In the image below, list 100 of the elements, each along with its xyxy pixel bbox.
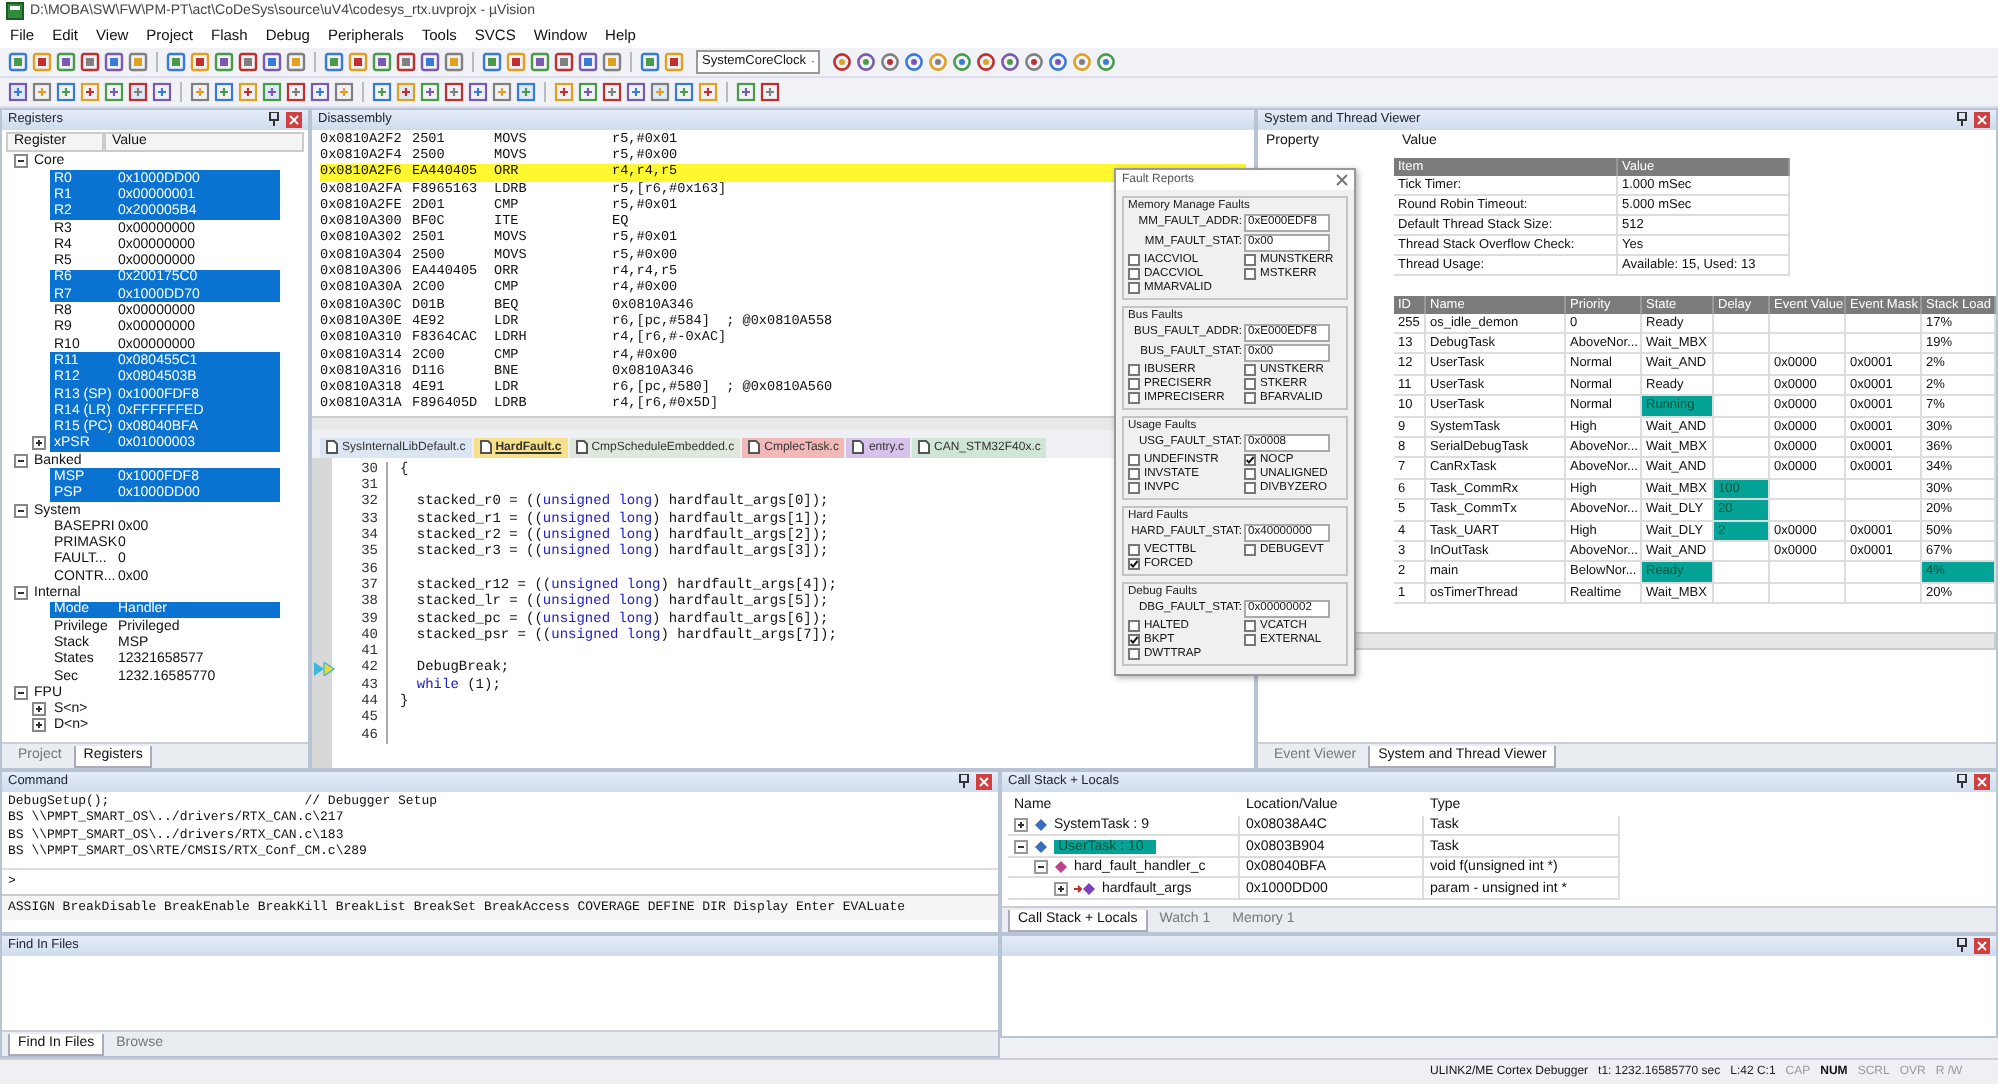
toolbar-icon[interactable] <box>444 51 464 72</box>
toolbar-icon[interactable] <box>286 51 306 72</box>
toolbar-icon[interactable] <box>1096 51 1116 72</box>
toolbar-icon[interactable] <box>238 81 258 102</box>
toolbar-icon[interactable] <box>348 51 368 72</box>
toolbar-icon[interactable] <box>310 81 330 102</box>
toolbar-icon[interactable] <box>56 81 76 102</box>
toolbar-icon[interactable] <box>8 81 28 102</box>
toolbar-icon[interactable] <box>482 51 502 72</box>
toolbar-icon[interactable] <box>1000 51 1020 72</box>
toolbar-icon[interactable] <box>396 81 416 102</box>
toolbar-icon[interactable] <box>190 51 210 72</box>
toolbar-icon[interactable] <box>80 51 100 72</box>
checkbox[interactable] <box>1244 253 1256 266</box>
checkbox[interactable] <box>1244 391 1256 404</box>
toolbar-icon[interactable] <box>516 81 536 102</box>
toolbar-icon[interactable] <box>372 81 392 102</box>
toolbar-icon[interactable] <box>904 51 924 72</box>
toolbar-icon[interactable] <box>856 51 876 72</box>
toolbar-icon[interactable] <box>128 51 148 72</box>
toolbar-icon[interactable] <box>334 81 354 102</box>
toolbar-icon[interactable] <box>530 51 550 72</box>
toolbar-icon[interactable] <box>674 81 694 102</box>
toolbar-icon[interactable] <box>262 51 282 72</box>
toolbar-icon[interactable] <box>468 81 488 102</box>
checkbox[interactable] <box>1128 557 1140 570</box>
expand-icon[interactable] <box>32 718 46 733</box>
toolbar-icon[interactable] <box>152 81 172 102</box>
checkbox[interactable] <box>1128 267 1140 280</box>
toolbar-icon[interactable] <box>976 51 996 72</box>
toolbar-icon[interactable] <box>928 51 948 72</box>
checkbox[interactable] <box>1244 619 1256 632</box>
toolbar-icon[interactable] <box>420 81 440 102</box>
toolbar-icon[interactable] <box>1048 51 1068 72</box>
toolbar-icon[interactable] <box>372 51 392 72</box>
pin-icon[interactable] <box>1956 112 1968 127</box>
checkbox[interactable] <box>1244 453 1256 466</box>
toolbar-icon[interactable] <box>190 81 210 102</box>
checkbox[interactable] <box>1128 363 1140 376</box>
toolbar-icon[interactable] <box>880 51 900 72</box>
expand-icon[interactable] <box>32 702 46 717</box>
checkbox[interactable] <box>1128 281 1140 294</box>
checkbox[interactable] <box>1244 377 1256 390</box>
collapse-icon[interactable] <box>1014 839 1028 854</box>
pin-icon[interactable] <box>1956 938 1968 953</box>
pin-icon[interactable] <box>268 112 280 127</box>
toolbar-icon[interactable] <box>56 51 76 72</box>
collapse-icon[interactable] <box>14 503 28 518</box>
close-icon[interactable] <box>1336 173 1348 186</box>
toolbar-icon[interactable] <box>128 81 148 102</box>
toolbar-icon[interactable] <box>952 51 972 72</box>
checkbox[interactable] <box>1244 633 1256 646</box>
toolbar-icon[interactable] <box>578 81 598 102</box>
expand-icon[interactable] <box>1014 818 1028 833</box>
toolbar-icon[interactable] <box>664 51 684 72</box>
checkbox[interactable] <box>1128 253 1140 266</box>
toolbar-icon[interactable] <box>32 81 52 102</box>
checkbox[interactable] <box>1244 543 1256 556</box>
toolbar-icon[interactable] <box>8 51 28 72</box>
toolbar-icon[interactable] <box>602 81 622 102</box>
checkbox[interactable] <box>1244 467 1256 480</box>
toolbar-icon[interactable] <box>760 81 780 102</box>
toolbar-icon[interactable] <box>420 51 440 72</box>
expand-icon[interactable] <box>1054 881 1068 896</box>
checkbox[interactable] <box>1128 619 1140 632</box>
toolbar-icon[interactable] <box>286 81 306 102</box>
checkbox[interactable] <box>1244 267 1256 280</box>
toolbar-icon[interactable] <box>736 81 756 102</box>
checkbox[interactable] <box>1128 453 1140 466</box>
toolbar-icon[interactable] <box>492 81 512 102</box>
toolbar-icon[interactable] <box>698 81 718 102</box>
toolbar-icon[interactable] <box>554 51 574 72</box>
toolbar-icon[interactable] <box>262 81 282 102</box>
toolbar-icon[interactable] <box>104 51 124 72</box>
collapse-icon[interactable] <box>14 586 28 601</box>
toolbar-icon[interactable] <box>238 51 258 72</box>
toolbar-icon[interactable] <box>32 51 52 72</box>
checkbox[interactable] <box>1244 363 1256 376</box>
expand-icon[interactable] <box>32 436 46 451</box>
toolbar-icon[interactable] <box>324 51 344 72</box>
toolbar-icon[interactable] <box>640 51 660 72</box>
toolbar-icon[interactable] <box>832 51 852 72</box>
collapse-icon[interactable] <box>1034 860 1048 875</box>
toolbar-icon[interactable] <box>1072 51 1092 72</box>
toolbar-icon[interactable] <box>80 81 100 102</box>
checkbox[interactable] <box>1128 543 1140 556</box>
checkbox[interactable] <box>1128 633 1140 646</box>
pin-icon[interactable] <box>1956 774 1968 789</box>
toolbar-icon[interactable] <box>506 51 526 72</box>
checkbox[interactable] <box>1128 647 1140 660</box>
toolbar-icon[interactable] <box>444 81 464 102</box>
toolbar-icon[interactable] <box>554 81 574 102</box>
toolbar-icon[interactable] <box>650 81 670 102</box>
toolbar-icon[interactable] <box>214 51 234 72</box>
checkbox[interactable] <box>1128 391 1140 404</box>
toolbar-icon[interactable] <box>104 81 124 102</box>
collapse-icon[interactable] <box>14 453 28 468</box>
collapse-icon[interactable] <box>14 685 28 700</box>
toolbar-icon[interactable] <box>166 51 186 72</box>
toolbar-icon[interactable] <box>396 51 416 72</box>
